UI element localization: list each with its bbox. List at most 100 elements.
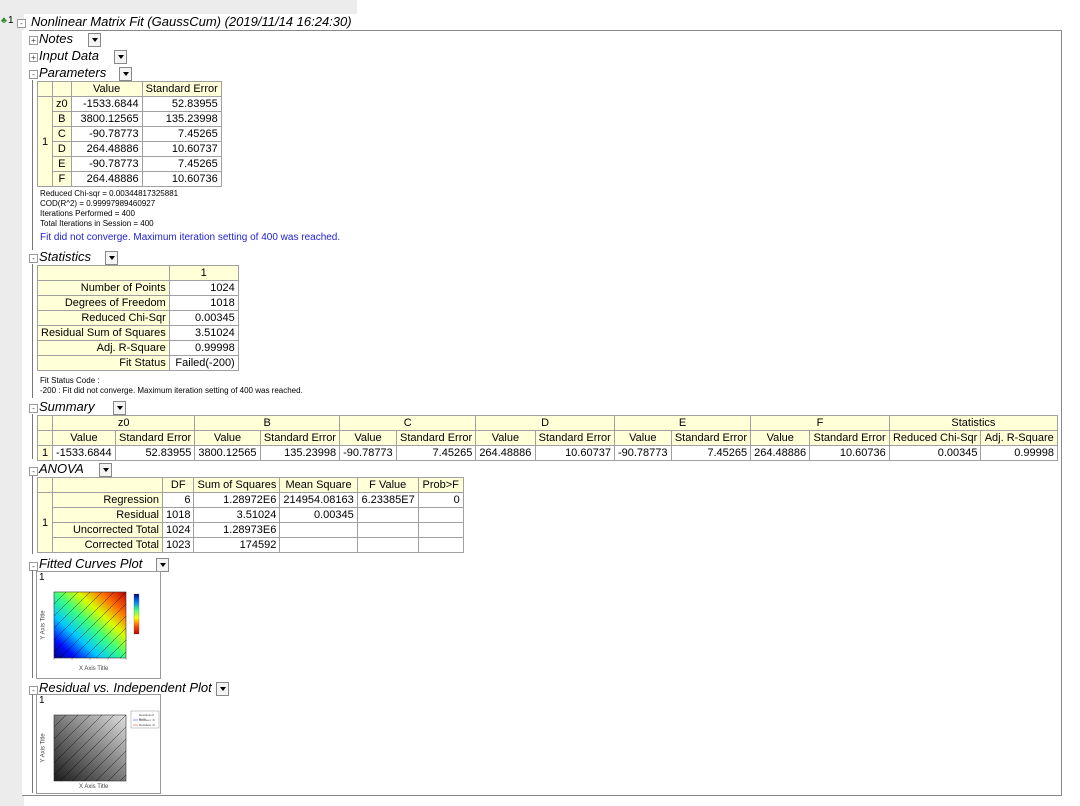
col-header: 1: [168, 265, 239, 281]
y-axis-title: Y Axis Title: [40, 610, 47, 640]
anova-bracket: [32, 476, 33, 554]
anova-df: 1018: [161, 507, 195, 523]
input-data-dropdown-icon[interactable]: [114, 50, 127, 64]
x-axis-title: X Axis Title: [79, 666, 109, 672]
summary-subheader: Reduced Chi-Sqr: [888, 430, 982, 446]
collapse-toggle-icon[interactable]: -: [29, 562, 38, 571]
collapse-toggle-icon[interactable]: -: [29, 404, 38, 413]
stat-label: Adj. R-Square: [37, 340, 170, 356]
stat-value: 3.51024: [168, 325, 239, 341]
node-index: 1: [8, 15, 14, 26]
anova-f: 6.23385E7: [356, 492, 419, 508]
param-value: 3800.12565: [70, 111, 143, 127]
residual-bracket: [32, 694, 33, 793]
notes-dropdown-icon[interactable]: [88, 33, 101, 47]
param-se: 7.45265: [141, 156, 222, 172]
expand-toggle-icon[interactable]: +: [29, 36, 38, 45]
param-se: 52.83955: [141, 96, 222, 112]
summary-cell: 135.23998: [259, 445, 341, 461]
stat-value: 1018: [168, 295, 239, 311]
anova-df: 1024: [161, 522, 195, 538]
summary-cell: 52.83955: [114, 445, 196, 461]
anova-p: [417, 522, 464, 538]
summary-subheader: Value: [750, 430, 811, 446]
section-input-data[interactable]: Input Data: [39, 48, 99, 63]
collapse-toggle-icon[interactable]: -: [29, 254, 38, 263]
anova-f: [356, 537, 419, 553]
param-value: -90.78773: [70, 126, 143, 142]
frame-gutter: [22, 30, 29, 795]
section-statistics[interactable]: Statistics: [39, 249, 91, 264]
collapse-toggle-icon[interactable]: -: [17, 19, 26, 28]
param-value: -1533.6844: [70, 96, 143, 112]
anova-label: Residual: [52, 507, 163, 523]
collapse-toggle-icon[interactable]: -: [29, 467, 38, 476]
fitted-curves-plot[interactable]: 1 X Axis Title Y Axis Title: [36, 571, 161, 679]
stat-label: Number of Points: [37, 280, 170, 296]
stat-label: Degrees of Freedom: [37, 295, 170, 311]
row-index: 1: [37, 445, 53, 461]
fit-status-code-line: -200 : Fit did not converge. Maximum ite…: [40, 386, 303, 395]
param-name: F: [52, 171, 72, 187]
section-fitted-curves[interactable]: Fitted Curves Plot: [39, 556, 142, 571]
anova-ms: [279, 522, 358, 538]
col-header: Value: [70, 81, 143, 97]
collapse-toggle-icon[interactable]: -: [29, 70, 38, 79]
param-value: 264.48886: [70, 171, 143, 187]
section-anova[interactable]: ANOVA: [39, 461, 84, 476]
parameters-bracket: [32, 80, 33, 250]
summary-subheader: Value: [52, 430, 116, 446]
col-header: Sum of Squares: [193, 477, 281, 493]
anova-label: Uncorrected Total: [52, 522, 163, 538]
x-axis-title: X Axis Title: [79, 784, 109, 790]
summary-cell: 10.60736: [809, 445, 890, 461]
y-axis-title: Y Axis Title: [40, 733, 47, 763]
summary-bracket: [32, 414, 33, 459]
summary-group-header: z0: [51, 415, 196, 431]
fitted-contour-graph: [53, 591, 140, 660]
param-name: B: [52, 111, 72, 127]
summary-subheader: Adj. R-Square: [980, 430, 1058, 446]
summary-group-header: C: [339, 415, 477, 431]
residual-plot-dropdown-icon[interactable]: [216, 682, 229, 696]
anova-p: 0: [417, 492, 464, 508]
residual-contour-graph: [53, 710, 160, 782]
summary-subheader: Standard Error: [114, 430, 196, 446]
section-parameters[interactable]: Parameters: [39, 65, 106, 80]
summary-cell: -1533.6844: [52, 445, 116, 461]
summary-subheader: Standard Error: [395, 430, 477, 446]
report-title: Nonlinear Matrix Fit (GaussCum) (2019/11…: [31, 14, 352, 29]
summary-dropdown-icon[interactable]: [113, 401, 126, 415]
col-header: DF: [161, 477, 195, 493]
anova-ms: 214954.08163: [279, 492, 358, 508]
anova-ms: [279, 537, 358, 553]
residual-plot[interactable]: 1 Residual of Conv Between: Xi Residual:…: [36, 694, 161, 794]
summary-subheader: Standard Error: [809, 430, 890, 446]
section-residual-plot[interactable]: Residual vs. Independent Plot: [39, 680, 212, 695]
fitted-curves-dropdown-icon[interactable]: [156, 558, 169, 572]
param-name: E: [52, 156, 72, 172]
fitted-bracket: [32, 570, 33, 678]
param-name: D: [52, 141, 72, 157]
fit-note: Total Iterations in Session = 400: [40, 219, 154, 228]
summary-cell: 7.45265: [670, 445, 752, 461]
statistics-dropdown-icon[interactable]: [105, 251, 118, 265]
summary-cell: 3800.12565: [194, 445, 261, 461]
stat-label: Reduced Chi-Sqr: [37, 310, 170, 326]
section-summary[interactable]: Summary: [39, 399, 95, 414]
summary-subheader: Value: [339, 430, 397, 446]
legend-entry: Residual: Xi: [139, 723, 156, 727]
parameters-dropdown-icon[interactable]: [119, 67, 132, 81]
anova-dropdown-icon[interactable]: [99, 463, 112, 477]
section-notes[interactable]: Notes: [39, 31, 73, 46]
expand-toggle-icon[interactable]: +: [29, 53, 38, 62]
parameters-table: Value Standard Error 1 z0 -1533.6844 52.…: [37, 81, 222, 187]
col-header: Mean Square: [279, 477, 358, 493]
anova-df: 6: [161, 492, 195, 508]
summary-cell: -90.78773: [339, 445, 397, 461]
anova-ms: 0.00345: [279, 507, 358, 523]
param-se: 135.23998: [141, 111, 222, 127]
summary-subheader: Standard Error: [259, 430, 341, 446]
param-value: -90.78773: [70, 156, 143, 172]
summary-group-header: B: [194, 415, 341, 431]
